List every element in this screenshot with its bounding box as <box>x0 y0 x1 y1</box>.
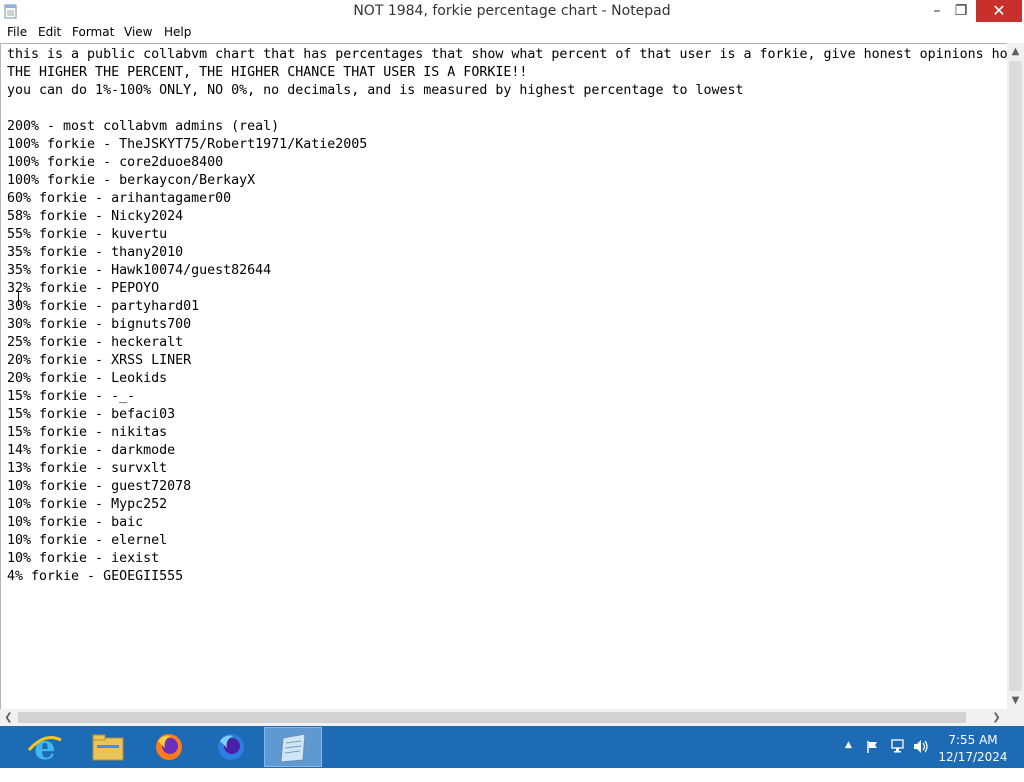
scroll-left-icon[interactable]: ❮ <box>0 709 17 726</box>
volume-icon[interactable] <box>913 739 929 754</box>
taskbar-notepad[interactable] <box>264 727 322 767</box>
window-title: NOT 1984, forkie percentage chart - Note… <box>353 3 671 19</box>
menu-file[interactable]: File <box>7 25 27 39</box>
taskbar: e ▲ 7:55 AM 12/17/2024 <box>0 726 1024 768</box>
document-text[interactable]: this is a public collabvm chart that has… <box>1 44 1007 586</box>
file-explorer-icon <box>92 734 124 761</box>
firefox-developer-icon <box>218 734 244 760</box>
menu-view[interactable]: View <box>124 25 152 39</box>
scroll-up-icon[interactable]: ▲ <box>1007 43 1024 60</box>
taskbar-firefox[interactable] <box>141 728 197 766</box>
restore-button[interactable]: ❐ <box>944 0 978 22</box>
notepad-icon <box>280 733 306 763</box>
close-button[interactable]: ✕ <box>976 0 1022 22</box>
taskbar-internet-explorer[interactable]: e <box>17 728 73 768</box>
horizontal-scrollbar[interactable]: ❮ ❯ <box>0 709 1007 726</box>
scrollbar-corner <box>1007 709 1024 726</box>
svg-text:e: e <box>34 728 56 766</box>
title-bar[interactable]: NOT 1984, forkie percentage chart - Note… <box>0 0 1024 24</box>
firefox-icon <box>156 734 182 760</box>
vertical-scrollbar[interactable]: ▲ ▼ <box>1007 43 1024 709</box>
text-cursor <box>18 292 24 306</box>
horizontal-scroll-thumb[interactable] <box>18 712 966 723</box>
scroll-down-icon[interactable]: ▼ <box>1007 692 1024 709</box>
action-center-flag-icon[interactable] <box>866 740 880 754</box>
menu-format[interactable]: Format <box>72 25 114 39</box>
menu-bar: File Edit Format View Help <box>0 24 1024 43</box>
taskbar-file-explorer[interactable] <box>80 728 136 766</box>
menu-help[interactable]: Help <box>164 25 191 39</box>
clock-time[interactable]: 7:55 AM <box>930 733 1016 747</box>
menu-edit[interactable]: Edit <box>38 25 61 39</box>
scroll-right-icon[interactable]: ❯ <box>988 709 1005 726</box>
text-editor[interactable]: this is a public collabvm chart that has… <box>0 43 1007 710</box>
internet-explorer-icon: e <box>27 728 62 768</box>
clock-date[interactable]: 12/17/2024 <box>930 750 1016 764</box>
tray-show-hidden-icon[interactable]: ▲ <box>845 740 852 782</box>
network-icon[interactable] <box>891 739 907 754</box>
taskbar-firefox-developer[interactable] <box>203 728 259 766</box>
vertical-scroll-thumb[interactable] <box>1009 61 1022 691</box>
